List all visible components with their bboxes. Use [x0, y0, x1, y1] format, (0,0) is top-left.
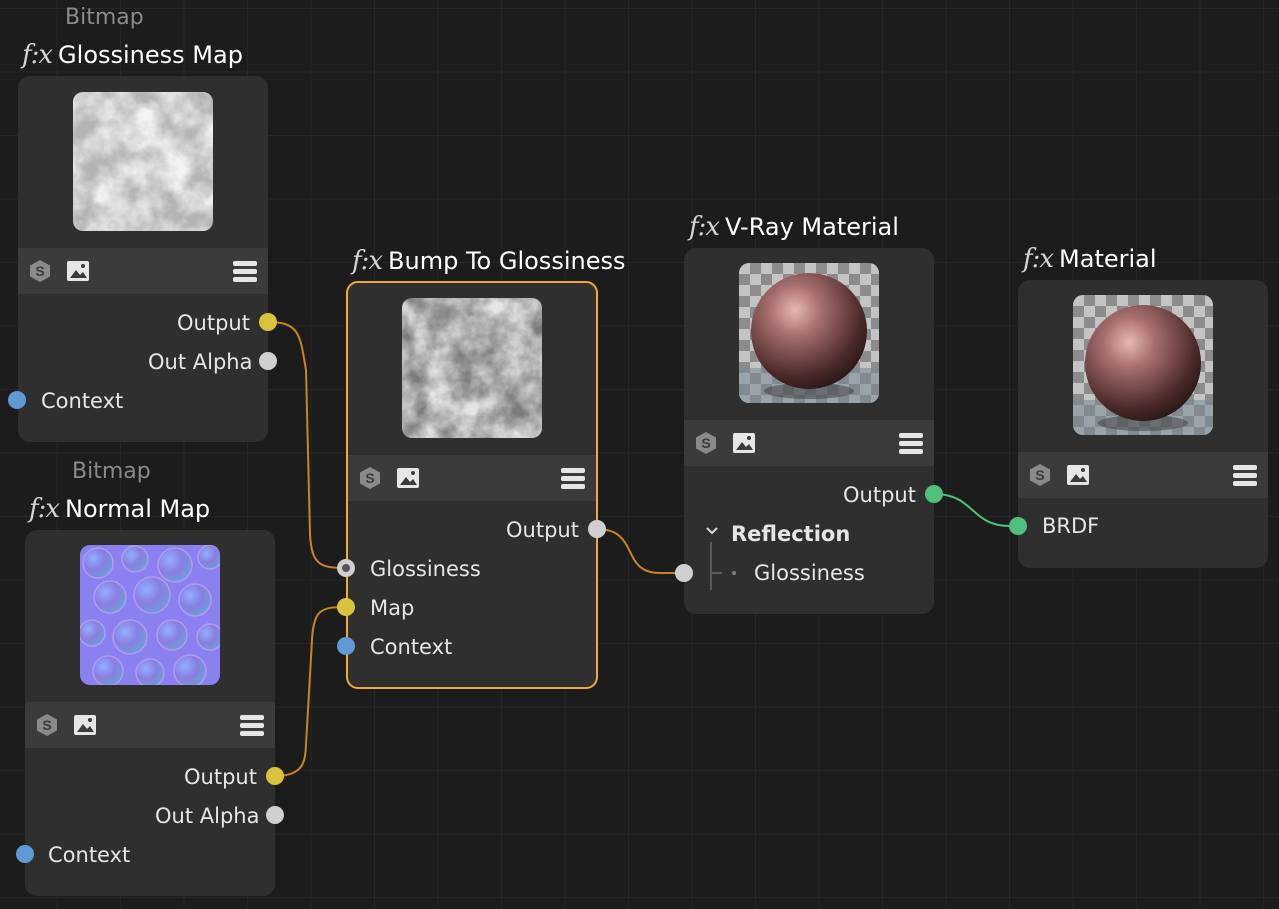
- svg-text:S: S: [701, 435, 710, 451]
- image-icon[interactable]: [66, 260, 90, 282]
- svg-text:S: S: [365, 470, 374, 486]
- chevron-down-icon[interactable]: [703, 525, 721, 539]
- port-label-brdf: BRDF: [1042, 514, 1100, 538]
- function-icon: f:x: [689, 212, 720, 242]
- node-title[interactable]: f:x Material: [1023, 244, 1157, 274]
- node-toolbar: S: [684, 420, 934, 466]
- port-label-context: Context: [370, 635, 453, 659]
- wire-bump-to-glossiness: [596, 528, 684, 574]
- glossiness-input-port[interactable]: [675, 564, 693, 582]
- context-port[interactable]: [8, 391, 26, 409]
- s-logo-icon[interactable]: S: [28, 259, 52, 283]
- reflection-group-label[interactable]: Reflection: [731, 522, 850, 546]
- node-toolbar: S: [18, 248, 268, 294]
- port-label-output: Output: [843, 483, 916, 507]
- hamburger-menu-icon[interactable]: [232, 259, 258, 283]
- context-port[interactable]: [16, 845, 34, 863]
- node-vray-material[interactable]: S: [684, 248, 934, 614]
- s-logo-icon[interactable]: S: [358, 466, 382, 490]
- material-preview: [739, 263, 879, 403]
- hamburger-menu-icon[interactable]: [1232, 463, 1258, 487]
- s-logo-icon[interactable]: S: [35, 713, 59, 737]
- wire-material-to-brdf: [933, 493, 1018, 527]
- texture-preview: [73, 92, 213, 231]
- s-logo-icon[interactable]: S: [1028, 463, 1052, 487]
- image-icon[interactable]: [73, 714, 97, 736]
- port-label-output: Output: [506, 518, 579, 542]
- node-type-label: Bitmap: [65, 5, 144, 30]
- node-title[interactable]: f:x Bump To Glossiness: [352, 246, 625, 276]
- node-glossiness-map[interactable]: S: [18, 76, 268, 442]
- output-port[interactable]: [925, 485, 943, 503]
- port-label-glossiness: Glossiness: [370, 557, 481, 581]
- out-alpha-port[interactable]: [266, 806, 284, 824]
- context-port[interactable]: [337, 637, 355, 655]
- node-title-text: Material: [1059, 245, 1157, 273]
- hamburger-menu-icon[interactable]: [239, 713, 265, 737]
- wire-glossmap-to-glossiness: [267, 321, 347, 569]
- image-icon[interactable]: [732, 432, 756, 454]
- texture-preview: [80, 545, 220, 685]
- node-normal-map[interactable]: S: [25, 530, 275, 896]
- texture-preview: [402, 298, 542, 438]
- node-title-text: V-Ray Material: [725, 213, 899, 241]
- s-logo-icon[interactable]: S: [694, 431, 718, 455]
- node-title-text: Normal Map: [65, 495, 211, 523]
- glossiness-input-port[interactable]: [337, 559, 355, 577]
- svg-text:S: S: [1035, 467, 1044, 483]
- port-label-out-alpha: Out Alpha: [155, 804, 260, 828]
- function-icon: f:x: [352, 246, 383, 276]
- node-title[interactable]: f:x Glossiness Map: [22, 40, 243, 70]
- node-bump-to-glossiness[interactable]: S: [346, 281, 598, 689]
- hamburger-menu-icon[interactable]: [560, 466, 586, 490]
- wire-normalmap-to-map: [274, 606, 347, 777]
- function-icon: f:x: [1023, 244, 1054, 274]
- port-label-output: Output: [184, 765, 257, 789]
- brdf-input-port[interactable]: [1009, 517, 1027, 535]
- output-port[interactable]: [259, 313, 277, 331]
- image-icon[interactable]: [1066, 464, 1090, 486]
- port-label-context: Context: [48, 843, 131, 867]
- function-icon: f:x: [22, 40, 53, 70]
- function-icon: f:x: [29, 494, 60, 524]
- svg-text:S: S: [35, 263, 44, 279]
- node-title[interactable]: f:x Normal Map: [29, 494, 210, 524]
- port-label-output: Output: [177, 311, 250, 335]
- map-input-port[interactable]: [337, 598, 355, 616]
- port-label-context: Context: [41, 389, 124, 413]
- node-title-text: Bump To Glossiness: [388, 247, 626, 275]
- material-preview: [1073, 295, 1213, 435]
- output-port[interactable]: [266, 767, 284, 785]
- svg-text:S: S: [42, 717, 51, 733]
- output-port[interactable]: [588, 520, 606, 538]
- node-title-text: Glossiness Map: [58, 41, 243, 69]
- node-toolbar: S: [25, 702, 275, 748]
- node-type-label: Bitmap: [72, 459, 151, 484]
- node-toolbar: S: [348, 455, 596, 501]
- node-title[interactable]: f:x V-Ray Material: [689, 212, 899, 242]
- port-label-map: Map: [370, 596, 415, 620]
- node-toolbar: S: [1018, 452, 1268, 498]
- hamburger-menu-icon[interactable]: [898, 431, 924, 455]
- out-alpha-port[interactable]: [259, 352, 277, 370]
- port-label-out-alpha: Out Alpha: [148, 350, 253, 374]
- port-label-glossiness: Glossiness: [754, 561, 865, 585]
- image-icon[interactable]: [396, 467, 420, 489]
